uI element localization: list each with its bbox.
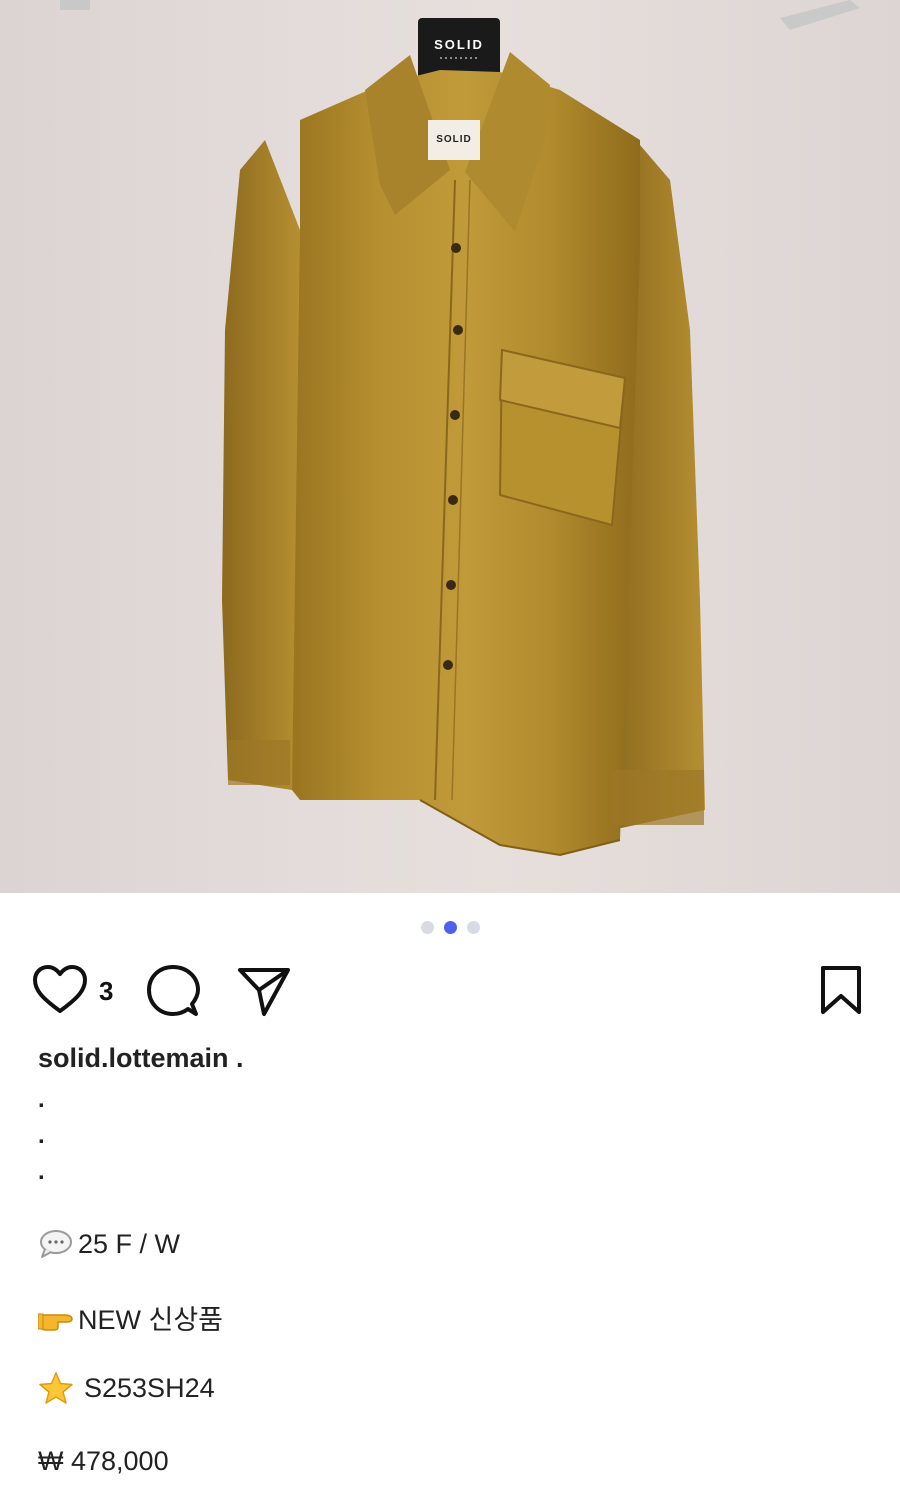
share-button[interactable] [236, 964, 292, 1018]
carousel-dot-active [443, 921, 457, 934]
carousel-dot [420, 921, 434, 934]
comment-button[interactable] [146, 964, 200, 1018]
caption-new: NEW 신상품 [38, 1298, 223, 1337]
post-username[interactable]: solid.lottemain . [38, 1043, 244, 1074]
caption-dot: . [38, 1086, 45, 1113]
speech-bubble-icon [38, 1226, 74, 1262]
caption-price: ₩ 478,000 [38, 1446, 169, 1477]
caption-dot: . [38, 1158, 45, 1185]
caption-dot: . [38, 1122, 45, 1149]
carousel-indicator [0, 921, 900, 934]
caption-season: 25 F / W [38, 1226, 180, 1262]
send-icon [238, 968, 290, 1016]
post-actions [0, 960, 900, 1020]
code-text: S253SH24 [84, 1372, 215, 1403]
post-image[interactable]: SOLID SOLID [0, 0, 900, 893]
pointing-hand-icon [38, 1300, 74, 1336]
comment-icon [147, 965, 200, 1016]
carousel-dot [466, 921, 480, 934]
star-icon [38, 1370, 74, 1406]
shirt-photo: SOLID SOLID [60, 0, 860, 857]
hanger-brand: SOLID [434, 37, 484, 52]
season-text: 25 F / W [78, 1228, 181, 1259]
new-text: NEW 신상품 [78, 1305, 224, 1335]
save-button[interactable] [818, 964, 864, 1018]
like-button[interactable] [32, 964, 88, 1016]
bookmark-icon [821, 966, 861, 1014]
caption-code: S253SH24 [38, 1370, 215, 1406]
label-brand: SOLID [436, 134, 472, 145]
like-count[interactable]: 3 [99, 976, 113, 1007]
heart-icon [33, 965, 87, 1013]
price-text: ₩ 478,000 [38, 1446, 169, 1476]
